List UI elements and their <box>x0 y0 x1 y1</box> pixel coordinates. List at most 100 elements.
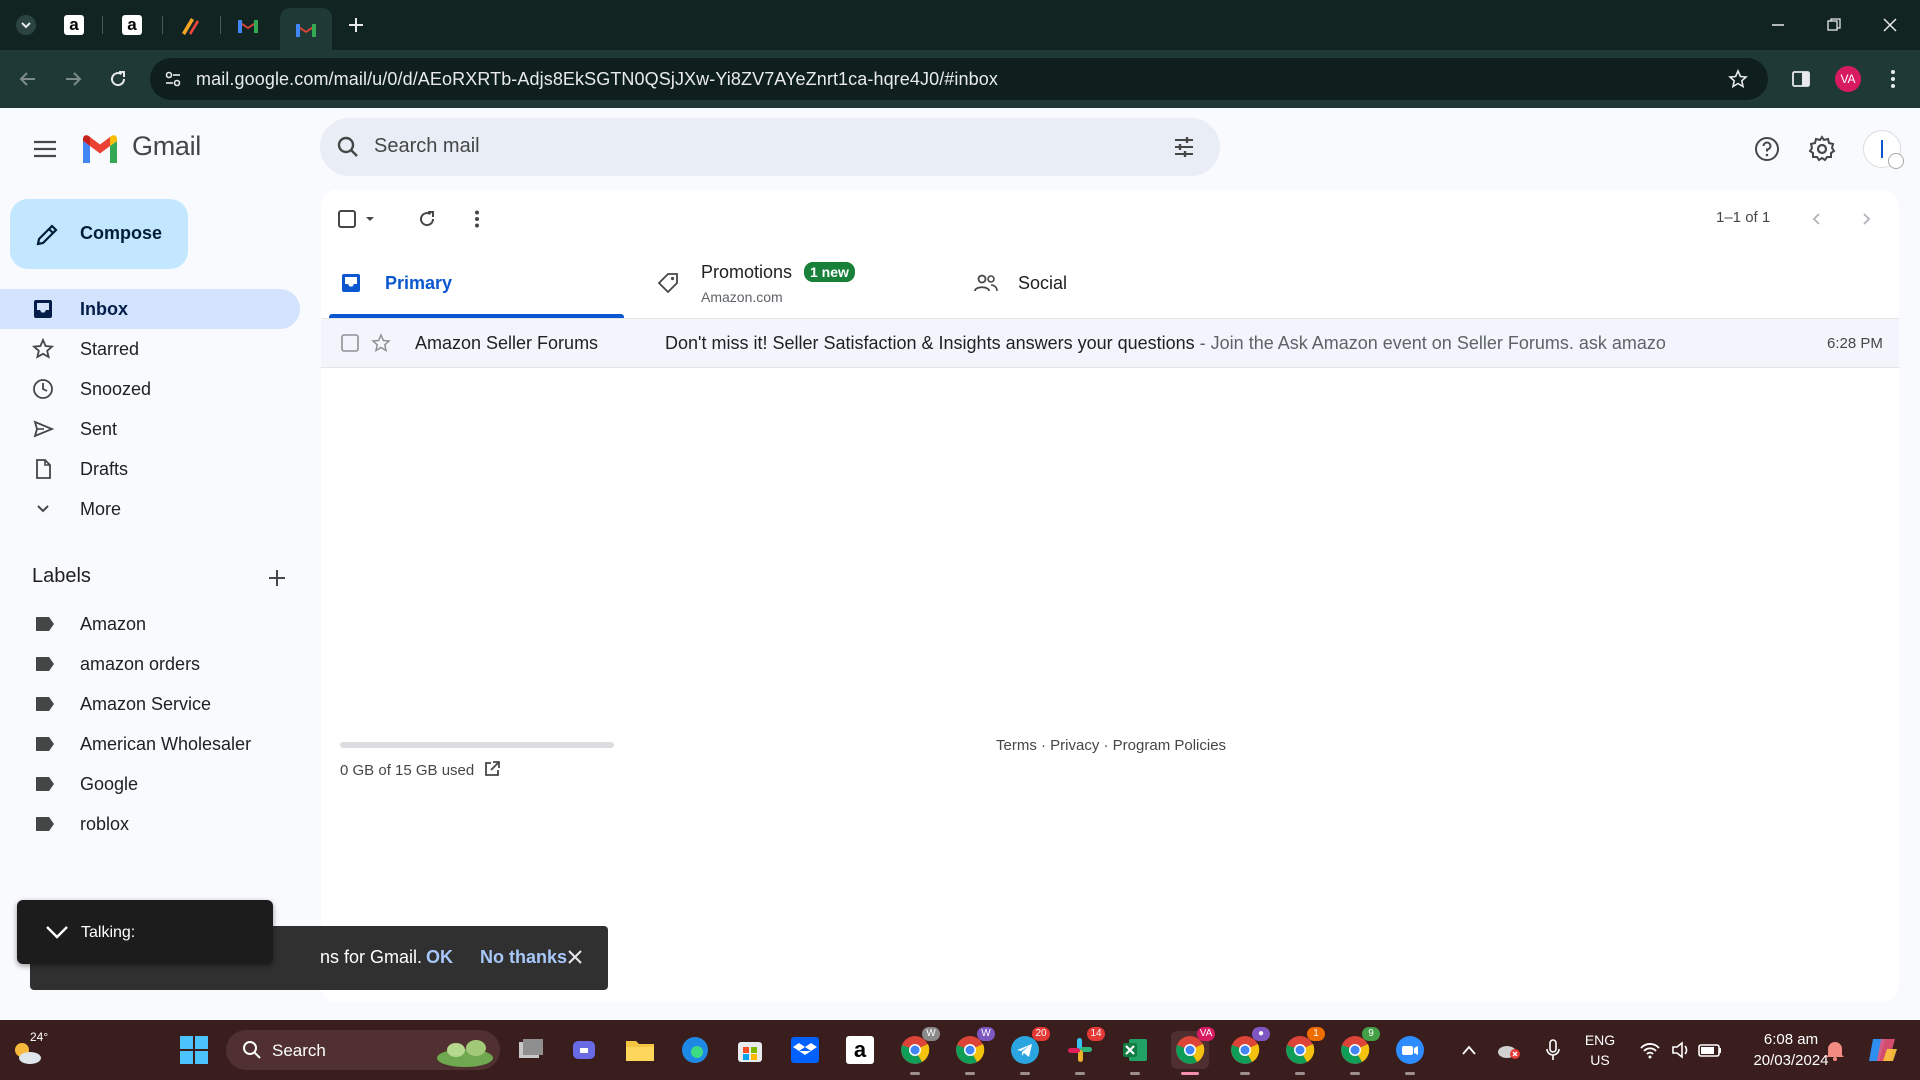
restore-button[interactable] <box>1806 0 1862 50</box>
forward-button[interactable] <box>58 64 88 94</box>
reload-button[interactable] <box>103 64 133 94</box>
onedrive-status[interactable] <box>1494 1031 1524 1069</box>
site-settings-icon[interactable] <box>164 70 182 88</box>
tab-amazon-2[interactable]: a <box>112 8 152 42</box>
notifications-button[interactable] <box>1818 1031 1852 1069</box>
snackbar-ok-button[interactable]: OK <box>426 947 453 968</box>
cloud-error-icon <box>1498 1046 1520 1059</box>
taskbar-zoom[interactable] <box>1391 1031 1429 1075</box>
input-region[interactable]: US <box>1578 1052 1622 1068</box>
settings-button[interactable] <box>1802 129 1842 169</box>
profile-badge: W <box>977 1027 995 1041</box>
sidebar-item-more[interactable]: More <box>0 489 300 529</box>
url-text[interactable]: mail.google.com/mail/u/0/d/AEoRXRTb-Adjs… <box>196 69 998 90</box>
amazon-icon: a <box>846 1036 874 1064</box>
minimize-button[interactable] <box>1750 0 1806 50</box>
taskbar-file-explorer[interactable] <box>621 1031 659 1069</box>
close-icon[interactable] <box>564 946 586 968</box>
label-item-amazon-orders[interactable]: amazon orders <box>0 644 300 684</box>
running-indicator <box>1075 1072 1085 1075</box>
tab-gmail-1[interactable] <box>228 8 268 42</box>
label-item-roblox[interactable]: roblox <box>0 804 300 844</box>
taskbar-chrome-1[interactable]: 1 <box>1281 1027 1325 1075</box>
external-link-icon[interactable] <box>483 760 501 778</box>
sidebar-item-snoozed[interactable]: Snoozed <box>0 369 300 409</box>
create-label-button[interactable] <box>262 563 292 593</box>
taskbar-amazon[interactable]: a <box>841 1031 879 1069</box>
label-item-google[interactable]: Google <box>0 764 300 804</box>
star-icon[interactable] <box>371 333 391 353</box>
input-language[interactable]: ENG <box>1578 1032 1622 1048</box>
new-tab-button[interactable] <box>336 8 376 42</box>
search-input[interactable]: Search mail <box>374 135 480 158</box>
sidebar-item-drafts[interactable]: Drafts <box>0 449 300 489</box>
arrow-left-icon <box>19 72 35 86</box>
tab-social[interactable]: Social <box>944 246 1264 318</box>
footer-links[interactable]: Terms · Privacy · Program Policies <box>996 737 1226 754</box>
taskbar-store[interactable] <box>731 1031 769 1069</box>
tab-primary[interactable]: Primary <box>329 246 624 318</box>
taskbar-chrome-lock[interactable]: ● <box>1226 1027 1270 1075</box>
back-button[interactable] <box>13 64 43 94</box>
address-bar[interactable]: mail.google.com/mail/u/0/d/AEoRXRTb-Adjs… <box>150 58 1768 100</box>
label-tag-icon <box>36 817 54 831</box>
restore-icon <box>1827 18 1841 31</box>
sidebar-item-inbox[interactable]: Inbox <box>0 289 300 329</box>
profile-badge: W <box>922 1027 940 1041</box>
tab-amazon-1[interactable]: a <box>54 8 94 42</box>
star-bookmark-icon[interactable] <box>1728 69 1748 89</box>
search-icon[interactable] <box>336 135 360 159</box>
taskbar-dropbox[interactable] <box>786 1031 824 1069</box>
quick-settings-button[interactable] <box>1632 1031 1742 1069</box>
search-bar[interactable]: Search mail <box>320 118 1220 176</box>
sidebar-item-starred[interactable]: Starred <box>0 329 300 369</box>
microphone-status[interactable] <box>1538 1031 1568 1069</box>
compose-button[interactable]: Compose <box>10 199 188 269</box>
main-menu-button[interactable] <box>25 129 65 169</box>
taskbar-telegram[interactable]: 20 <box>1006 1027 1050 1075</box>
browser-menu-button[interactable] <box>1878 64 1908 94</box>
star-icon <box>32 338 54 359</box>
show-hidden-icons-button[interactable] <box>1454 1031 1484 1069</box>
older-page-button[interactable] <box>1848 201 1884 237</box>
sidebar-item-sent[interactable]: Sent <box>0 409 300 449</box>
tab-promotions[interactable]: Promotions Amazon.com <box>624 246 944 318</box>
taskbar-chrome-w2[interactable]: W <box>951 1027 995 1075</box>
taskbar-search[interactable]: Search <box>226 1030 500 1070</box>
taskbar-chrome-w1[interactable]: W <box>896 1027 940 1075</box>
support-button[interactable] <box>1747 129 1787 169</box>
newer-page-button[interactable] <box>1799 201 1835 237</box>
side-panel-button[interactable] <box>1786 64 1816 94</box>
account-button[interactable] <box>1862 129 1904 169</box>
label-item-amazon-service[interactable]: Amazon Service <box>0 684 300 724</box>
new-count-badge: 1 new <box>804 262 855 282</box>
refresh-button[interactable] <box>409 201 445 237</box>
avatar <box>1863 130 1904 169</box>
taskbar-task-view[interactable] <box>512 1031 550 1069</box>
search-options-icon[interactable] <box>1172 135 1196 159</box>
row-checkbox[interactable] <box>341 334 359 352</box>
taskbar-slack[interactable]: 14 <box>1061 1027 1105 1075</box>
taskbar-chrome-va[interactable]: VA <box>1171 1027 1215 1075</box>
select-all-checkbox[interactable] <box>334 201 384 237</box>
label-item-american-wholesaler[interactable]: American Wholesaler <box>0 724 300 764</box>
tab-tool[interactable] <box>170 8 210 42</box>
more-actions-button[interactable] <box>459 201 495 237</box>
label-item-amazon[interactable]: Amazon <box>0 604 300 644</box>
table-row[interactable]: Amazon Seller Forums Don't miss it! Sell… <box>321 319 1899 368</box>
taskbar-excel[interactable] <box>1116 1031 1154 1075</box>
weather-widget[interactable]: 24° <box>10 1030 50 1070</box>
copilot-button[interactable] <box>1864 1031 1902 1069</box>
tab-search-button[interactable] <box>6 8 46 42</box>
tab-gmail-2[interactable] <box>280 8 332 50</box>
start-button[interactable] <box>175 1031 213 1069</box>
taskbar-teams[interactable] <box>566 1031 604 1069</box>
close-window-button[interactable] <box>1862 0 1918 50</box>
taskbar-edge[interactable] <box>676 1031 714 1069</box>
gmail-logo[interactable] <box>80 134 120 164</box>
snackbar-no-thanks-button[interactable]: No thanks <box>480 947 567 968</box>
label-text: American Wholesaler <box>80 734 252 754</box>
profile-button[interactable]: VA <box>1833 64 1863 94</box>
taskbar-chrome-9[interactable]: 9 <box>1336 1027 1380 1075</box>
chevron-down-icon[interactable] <box>45 924 69 940</box>
